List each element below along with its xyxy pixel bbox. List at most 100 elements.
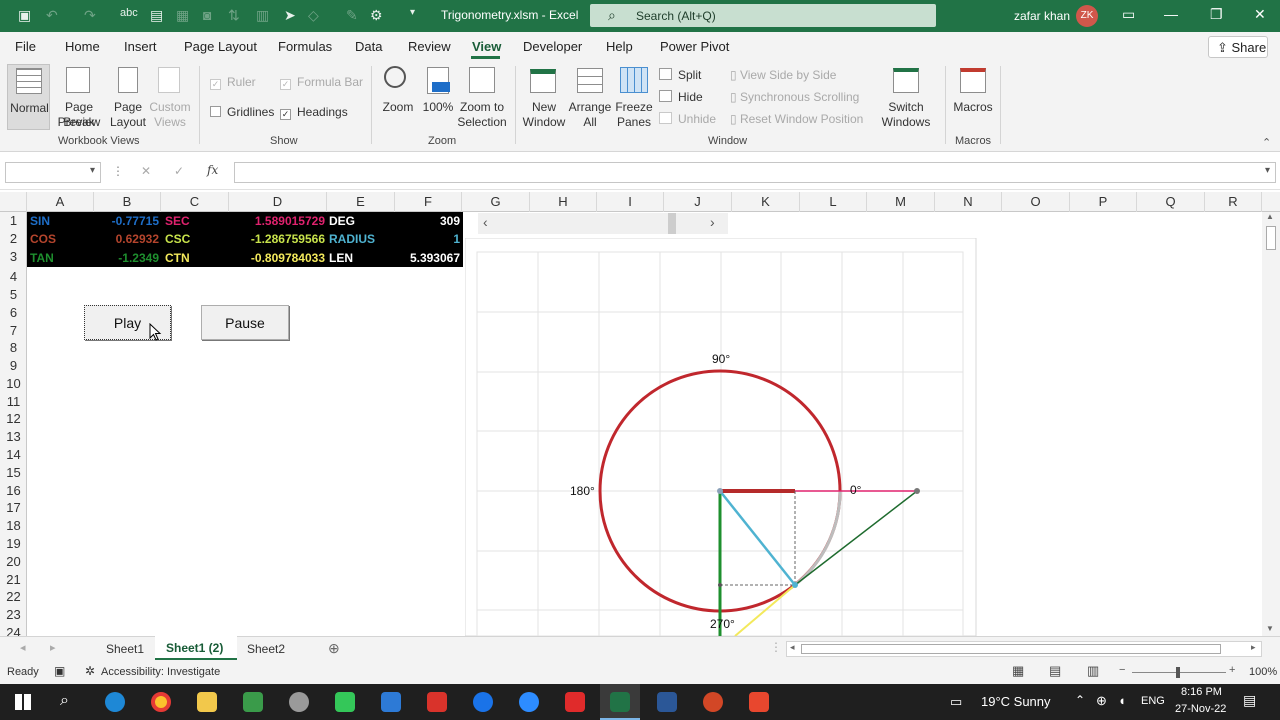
pause-button[interactable]: Pause [201, 305, 289, 340]
redo-icon[interactable]: ↷ [84, 7, 96, 24]
scroll-up-icon[interactable]: ▲ [1266, 212, 1274, 221]
cell-f3[interactable]: 5.393067 [395, 249, 460, 267]
excel-taskbar-active[interactable] [600, 684, 640, 720]
volume-icon[interactable]: ◖ [1118, 693, 1126, 708]
filter-icon[interactable]: ▥ [256, 7, 269, 24]
weather-icon[interactable]: ▭ [950, 694, 962, 710]
network-icon[interactable]: ⊕ [1096, 693, 1107, 709]
zoom-level[interactable]: 100% [1249, 666, 1277, 678]
avatar[interactable]: ZK [1076, 5, 1098, 27]
chrome-icon[interactable] [151, 692, 171, 712]
cell-c2[interactable]: CSC [165, 230, 190, 248]
freeze-panes-button[interactable]: Freeze Panes [612, 64, 656, 130]
tab-splitter-icon[interactable]: ⋮ [770, 640, 782, 654]
menu-review[interactable]: Review [408, 39, 451, 54]
format-icon[interactable]: ▦ [176, 7, 189, 24]
page-break-preview-button[interactable]: Page Break Preview [52, 64, 106, 130]
zoom-app-icon[interactable] [519, 692, 539, 712]
ruler-checkbox[interactable]: ✓ Ruler [210, 75, 256, 90]
column-header[interactable]: R [1205, 192, 1262, 212]
column-header[interactable]: J [664, 192, 732, 212]
camtasia-icon[interactable] [335, 692, 355, 712]
spelling-icon[interactable]: abc [120, 7, 138, 19]
row-header[interactable]: 22 [0, 588, 27, 606]
row-header[interactable]: 17 [0, 499, 27, 517]
name-box-dropdown-icon[interactable]: ▾ [90, 165, 95, 176]
clock-time[interactable]: 8:16 PM [1181, 686, 1222, 698]
scroll-right-icon[interactable]: › [710, 214, 715, 230]
cell-f2[interactable]: 1 [395, 230, 460, 248]
accessibility-status[interactable]: Accessibility: Investigate [101, 666, 220, 678]
page-layout-status-icon[interactable]: ▤ [1049, 663, 1061, 679]
cell-f1[interactable]: 309 [395, 212, 460, 230]
column-header[interactable]: L [800, 192, 867, 212]
row-header[interactable]: 7 [0, 322, 27, 340]
row-header[interactable]: 15 [0, 464, 27, 482]
cell-c3[interactable]: CTN [165, 249, 190, 267]
enter-icon[interactable]: ✓ [174, 164, 184, 178]
cell-d1[interactable]: 1.589015729 [229, 212, 325, 230]
notification-icon[interactable]: ▤ [1243, 692, 1256, 709]
hide-button[interactable]: Hide [659, 90, 703, 105]
ribbon-display-icon[interactable]: ▭ [1122, 6, 1135, 23]
zoom-100-button[interactable]: 100% [420, 64, 456, 130]
headings-checkbox[interactable]: ✓ Headings [280, 105, 348, 120]
row-header[interactable]: 12 [0, 410, 27, 428]
accessibility-icon[interactable]: ✲ [85, 664, 95, 678]
split-button[interactable]: Split [659, 68, 701, 83]
gridlines-checkbox[interactable]: Gridlines [210, 105, 274, 120]
undo-icon[interactable]: ↶ [46, 7, 58, 24]
collapse-ribbon-icon[interactable]: ⌃ [1262, 136, 1271, 149]
cell-e2[interactable]: RADIUS [329, 230, 375, 248]
camera-icon[interactable]: ◙ [203, 7, 211, 23]
windows-start-icon[interactable] [15, 694, 31, 710]
row-header[interactable]: 4 [0, 268, 27, 286]
row-header[interactable]: 10 [0, 375, 27, 393]
menu-help[interactable]: Help [606, 39, 633, 54]
zoom-in-icon[interactable]: + [1229, 664, 1235, 676]
new-window-button[interactable]: New Window [520, 64, 568, 130]
expand-formula-icon[interactable]: ▾ [1265, 165, 1270, 176]
name-box[interactable]: ▾ [5, 162, 101, 183]
add-sheet-icon[interactable]: ⊕ [328, 640, 340, 657]
menu-developer[interactable]: Developer [523, 39, 582, 54]
zoom-button[interactable]: Zoom [378, 64, 418, 130]
tray-chevron-icon[interactable]: ⌃ [1075, 693, 1085, 707]
cell-d3[interactable]: -0.809784033 [229, 249, 325, 267]
cell-e3[interactable]: LEN [329, 249, 353, 267]
cell-c1[interactable]: SEC [165, 212, 190, 230]
row-header[interactable]: 11 [0, 393, 27, 411]
menu-view[interactable]: View [472, 39, 501, 54]
cell-b1[interactable]: -0.77715 [94, 212, 159, 230]
cell-a2[interactable]: COS [30, 230, 56, 248]
scroll-left-icon[interactable]: ‹ [483, 214, 488, 230]
shapes-icon[interactable]: ◇ [308, 7, 319, 24]
format-painter-icon[interactable]: ✎ [346, 7, 358, 24]
insert-function-icon[interactable]: fx [207, 163, 218, 177]
vertical-scrollbar[interactable]: ▲ ▼ [1262, 212, 1280, 636]
view-side-by-side-button[interactable]: ▯ View Side by Side [730, 68, 836, 83]
taskbar-search-icon[interactable]: ⌕ [60, 692, 69, 710]
menu-data[interactable]: Data [355, 39, 382, 54]
column-header[interactable]: B [94, 192, 161, 212]
zoom-to-selection-button[interactable]: Zoom to Selection [456, 64, 508, 130]
normal-view-status-icon[interactable]: ▦ [1012, 663, 1024, 679]
menu-page-layout[interactable]: Page Layout [184, 39, 257, 54]
menu-home[interactable]: Home [65, 39, 100, 54]
form-scrollbar[interactable]: ‹ › [478, 213, 728, 234]
horizontal-scrollbar[interactable]: ◂ ▸ [786, 641, 1262, 657]
user-name[interactable]: zafar khan [1014, 9, 1070, 23]
edge-icon[interactable] [105, 692, 125, 712]
cell-a3[interactable]: TAN [30, 249, 54, 267]
normal-view-button[interactable]: Normal [7, 64, 50, 130]
powerpoint-icon[interactable] [703, 692, 723, 712]
column-header[interactable]: H [530, 192, 597, 212]
page-break-status-icon[interactable]: ▥ [1087, 663, 1099, 679]
vscroll-thumb[interactable] [1266, 226, 1276, 250]
scroll-thumb[interactable] [668, 213, 676, 234]
column-header[interactable]: A [27, 192, 94, 212]
close-icon[interactable]: ✕ [1254, 6, 1266, 23]
sheet-tab[interactable]: Sheet2 [247, 642, 285, 656]
cell-b2[interactable]: 0.62932 [94, 230, 159, 248]
column-header[interactable]: I [597, 192, 664, 212]
